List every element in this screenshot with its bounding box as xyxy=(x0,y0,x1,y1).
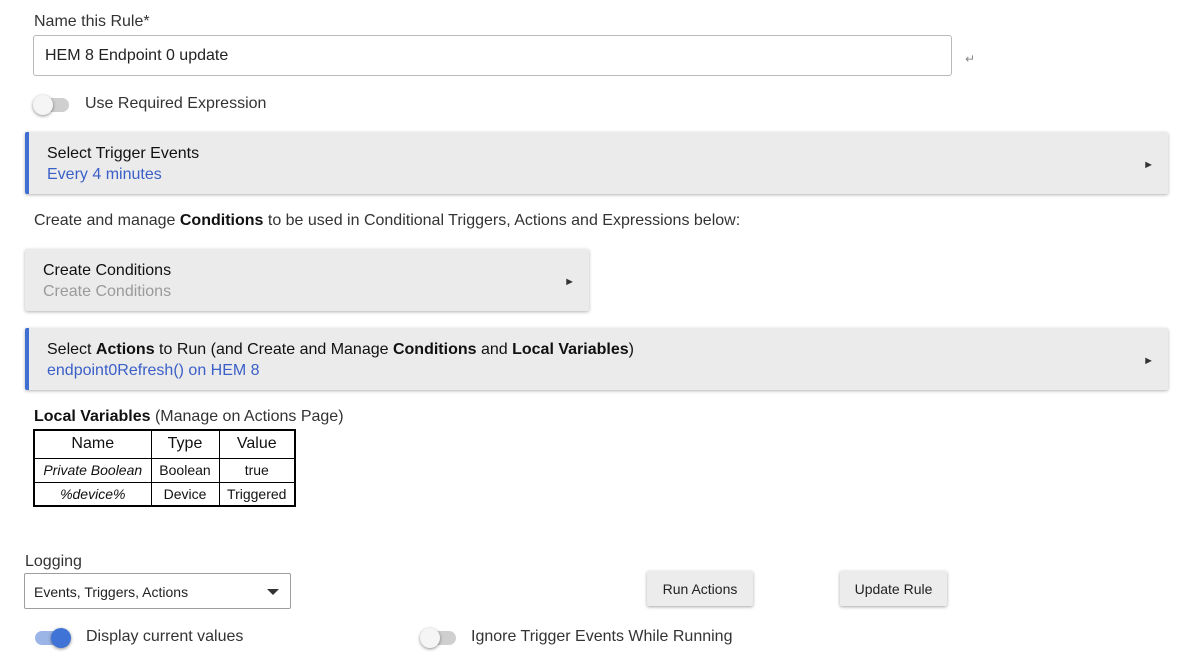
trigger-value: Every 4 minutes xyxy=(47,166,162,183)
variable-value: Triggered xyxy=(218,481,296,507)
local-variables-title: Local Variables (Manage on Actions Page) xyxy=(34,408,344,425)
update-rule-button[interactable]: Update Rule xyxy=(840,571,947,606)
variable-type: Boolean xyxy=(150,457,220,483)
table-row: %device% Device Triggered xyxy=(33,481,296,507)
actions-value: endpoint0Refresh() on HEM 8 xyxy=(47,362,260,379)
display-current-values-label: Display current values xyxy=(86,628,244,645)
column-header: Type xyxy=(150,429,220,459)
ignore-trigger-events-toggle[interactable] xyxy=(420,628,456,648)
column-header: Value xyxy=(218,429,296,459)
conditions-title: Create Conditions xyxy=(43,262,172,279)
variable-value: true xyxy=(218,457,296,483)
actions-title: Select Actions to Run (and Create and Ma… xyxy=(47,341,634,358)
conditions-value: Create Conditions xyxy=(43,283,172,300)
expand-arrow-icon: ► xyxy=(1143,159,1154,171)
run-actions-button[interactable]: Run Actions xyxy=(647,571,753,606)
trigger-title: Select Trigger Events xyxy=(47,145,200,162)
select-actions-card[interactable]: Select Actions to Run (and Create and Ma… xyxy=(25,328,1168,390)
toggle-knob xyxy=(33,95,53,115)
required-expression-toggle[interactable] xyxy=(33,95,69,115)
display-current-values-toggle[interactable] xyxy=(35,628,71,648)
enter-icon: ↵ xyxy=(965,52,976,66)
local-variables-table: Name Type Value Private Boolean Boolean … xyxy=(33,429,296,507)
toggle-knob xyxy=(51,628,71,648)
create-conditions-card[interactable]: Create Conditions Create Conditions ► xyxy=(25,249,589,311)
logging-label: Logging xyxy=(25,553,82,570)
variable-type: Device xyxy=(150,481,220,507)
dropdown-caret-icon xyxy=(267,589,279,595)
rule-name-input[interactable] xyxy=(33,35,952,76)
variable-name: %device% xyxy=(33,481,152,507)
variable-name: Private Boolean xyxy=(33,457,152,483)
expand-arrow-icon: ► xyxy=(1143,355,1154,367)
expand-arrow-icon: ► xyxy=(564,276,575,288)
required-expression-label: Use Required Expression xyxy=(85,95,267,112)
column-header: Name xyxy=(33,429,152,459)
logging-selected-value: Events, Triggers, Actions xyxy=(34,584,189,600)
rule-name-label: Name this Rule* xyxy=(34,13,150,30)
table-row: Private Boolean Boolean true xyxy=(33,457,296,483)
select-trigger-events-card[interactable]: Select Trigger Events Every 4 minutes ► xyxy=(25,132,1168,194)
conditions-info-text: Create and manage Conditions to be used … xyxy=(34,212,741,229)
table-header-row: Name Type Value xyxy=(33,429,296,459)
ignore-trigger-events-label: Ignore Trigger Events While Running xyxy=(471,628,733,645)
logging-select[interactable]: Events, Triggers, Actions xyxy=(24,573,291,609)
toggle-knob xyxy=(420,628,440,648)
